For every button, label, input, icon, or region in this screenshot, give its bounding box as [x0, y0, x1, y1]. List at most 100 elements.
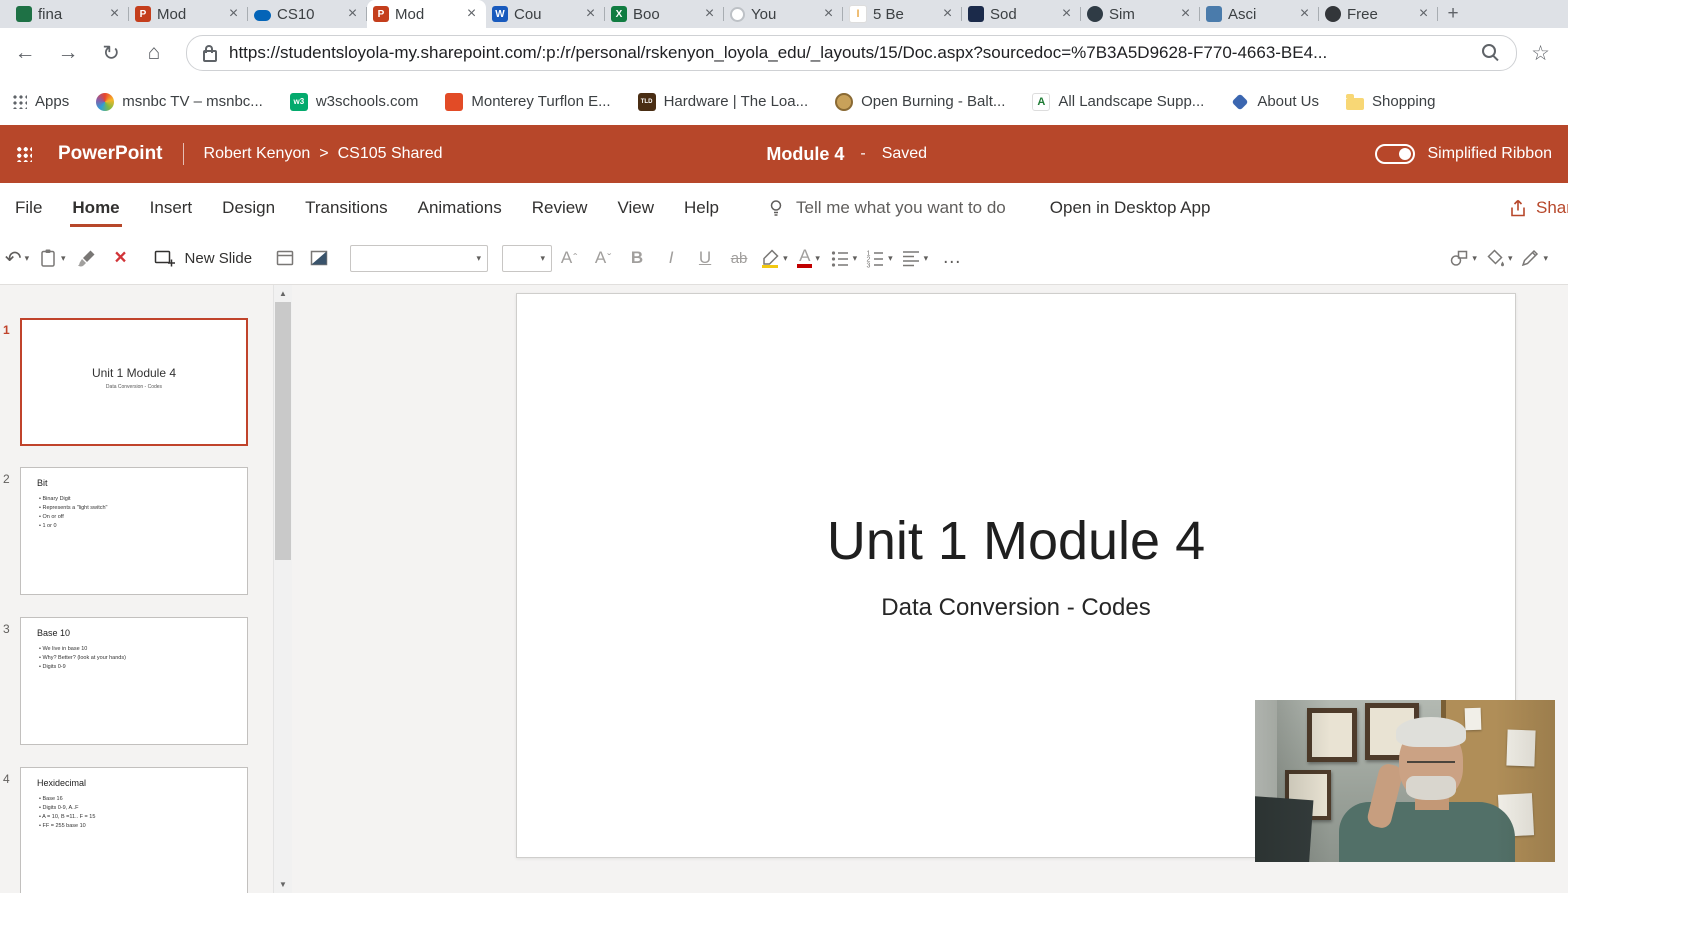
- tab-transitions[interactable]: Transitions: [290, 183, 403, 232]
- tab-close-icon[interactable]: ×: [1058, 6, 1075, 22]
- shape-fill-button[interactable]: ▾: [1485, 240, 1513, 276]
- bookmark-item[interactable]: Shopping: [1346, 93, 1435, 110]
- bookmark-item[interactable]: w3 w3schools.com: [290, 93, 419, 111]
- paste-button[interactable]: ▾: [38, 240, 66, 276]
- chevron-down-icon[interactable]: ▾: [853, 253, 858, 264]
- slide-thumbnail-1[interactable]: Unit 1 Module 4 Data Conversion - Codes: [20, 318, 248, 446]
- tab-close-icon[interactable]: ×: [939, 6, 956, 22]
- browser-tab[interactable]: Sim ×: [1081, 0, 1200, 28]
- italic-button[interactable]: I: [658, 240, 684, 276]
- shrink-font-button[interactable]: A ˇ: [590, 240, 616, 276]
- bold-button[interactable]: B: [624, 240, 650, 276]
- chevron-down-icon[interactable]: ▾: [1472, 253, 1477, 264]
- chevron-down-icon[interactable]: ▾: [1508, 253, 1513, 264]
- bookmark-item[interactable]: Monterey Turflon E...: [445, 93, 610, 111]
- chevron-down-icon[interactable]: ▾: [61, 253, 66, 264]
- browser-tab[interactable]: X Boo ×: [605, 0, 724, 28]
- tab-close-icon[interactable]: ×: [106, 6, 123, 22]
- font-color-button[interactable]: A ▾: [796, 240, 822, 276]
- undo-button[interactable]: ↶ ▾: [4, 240, 30, 276]
- bookmark-star-icon[interactable]: ☆: [1531, 41, 1550, 66]
- browser-tab[interactable]: You ×: [724, 0, 843, 28]
- browser-tab[interactable]: l 5 Be ×: [843, 0, 962, 28]
- breadcrumb-folder[interactable]: CS105 Shared: [338, 145, 443, 163]
- align-button[interactable]: ▾: [901, 240, 929, 276]
- format-painter-button[interactable]: [74, 240, 100, 276]
- app-launcher-button[interactable]: [0, 125, 48, 183]
- browser-tab[interactable]: W Cou ×: [486, 0, 605, 28]
- reload-button[interactable]: ↻: [93, 35, 129, 71]
- shapes-button[interactable]: ▾: [1449, 240, 1477, 276]
- back-button[interactable]: ←: [7, 35, 43, 71]
- tab-help[interactable]: Help: [669, 183, 734, 232]
- tab-design[interactable]: Design: [207, 183, 290, 232]
- scroll-down-button[interactable]: ▼: [274, 876, 292, 893]
- bullets-button[interactable]: ▾: [830, 240, 858, 276]
- share-button[interactable]: Share: [1508, 183, 1568, 232]
- simplified-ribbon-toggle[interactable]: [1375, 144, 1415, 164]
- tab-close-icon[interactable]: ×: [225, 6, 242, 22]
- delete-button[interactable]: ×: [108, 240, 134, 276]
- scrollbar-thumb[interactable]: [275, 302, 291, 560]
- url-text[interactable]: https://studentsloyola-my.sharepoint.com…: [229, 43, 1472, 63]
- slide-thumbnail-3[interactable]: Base 10 We live in base 10 Why? Better? …: [20, 617, 248, 745]
- scroll-up-button[interactable]: ▲: [274, 285, 292, 302]
- font-size-select[interactable]: ▾: [502, 245, 552, 272]
- shape-outline-button[interactable]: ▾: [1520, 240, 1548, 276]
- chevron-down-icon[interactable]: ▾: [815, 253, 820, 264]
- font-name-select[interactable]: ▾: [350, 245, 488, 272]
- grow-font-button[interactable]: A ˆ: [556, 240, 582, 276]
- slide-subtitle-textbox[interactable]: Data Conversion - Codes: [517, 594, 1515, 622]
- chevron-down-icon[interactable]: ▾: [1543, 253, 1548, 264]
- slide-thumbnail-2[interactable]: Bit Binary Digit Represents a "light swi…: [20, 467, 248, 595]
- bookmark-item[interactable]: Open Burning - Balt...: [835, 93, 1005, 111]
- browser-tab[interactable]: Free ×: [1319, 0, 1438, 28]
- tab-close-icon[interactable]: ×: [701, 6, 718, 22]
- tab-review[interactable]: Review: [517, 183, 603, 232]
- tab-home[interactable]: Home: [57, 183, 134, 232]
- chevron-down-icon[interactable]: ▾: [25, 253, 30, 264]
- tab-close-icon[interactable]: ×: [1296, 6, 1313, 22]
- new-slide-button[interactable]: New Slide: [154, 248, 253, 268]
- tab-file[interactable]: File: [0, 183, 57, 232]
- chevron-down-icon[interactable]: ▾: [783, 253, 788, 264]
- bookmark-apps[interactable]: Apps: [12, 93, 69, 110]
- new-tab-button[interactable]: +: [1438, 0, 1468, 28]
- document-title[interactable]: Module 4: [766, 144, 844, 165]
- open-in-desktop-button[interactable]: Open in Desktop App: [1050, 198, 1211, 218]
- tab-animations[interactable]: Animations: [403, 183, 517, 232]
- tab-close-icon[interactable]: ×: [820, 6, 837, 22]
- slide-title-textbox[interactable]: Unit 1 Module 4: [517, 506, 1515, 576]
- bookmark-item[interactable]: TLD Hardware | The Loa...: [638, 93, 809, 111]
- breadcrumb-user[interactable]: Robert Kenyon: [204, 145, 311, 163]
- layout-button[interactable]: [272, 240, 298, 276]
- home-button[interactable]: ⌂: [136, 35, 172, 71]
- forward-button[interactable]: →: [50, 35, 86, 71]
- tab-close-icon[interactable]: ×: [1177, 6, 1194, 22]
- browser-tab[interactable]: Sod ×: [962, 0, 1081, 28]
- app-name[interactable]: PowerPoint: [58, 143, 163, 165]
- tab-close-icon[interactable]: ×: [582, 6, 599, 22]
- highlight-button[interactable]: ▾: [760, 240, 788, 276]
- browser-tab[interactable]: P Mod ×: [129, 0, 248, 28]
- bookmark-item[interactable]: msnbc TV – msnbc...: [96, 93, 263, 111]
- chevron-down-icon[interactable]: ▾: [924, 253, 929, 264]
- underline-button[interactable]: U: [692, 240, 718, 276]
- tab-insert[interactable]: Insert: [135, 183, 208, 232]
- zoom-icon[interactable]: [1482, 44, 1496, 58]
- browser-tab-active[interactable]: P Mod ×: [367, 0, 486, 28]
- strikethrough-button[interactable]: ab: [726, 240, 752, 276]
- bookmark-item[interactable]: A All Landscape Supp...: [1032, 93, 1204, 111]
- thumbnail-scrollbar[interactable]: ▲ ▼: [273, 285, 292, 893]
- browser-tab[interactable]: Asci ×: [1200, 0, 1319, 28]
- tell-me-search[interactable]: Tell me what you want to do: [766, 198, 1006, 218]
- slide-thumbnail-4[interactable]: Hexidecimal Base 16 Digits 0-9, A..F A =…: [20, 767, 248, 893]
- reset-layout-button[interactable]: [306, 240, 332, 276]
- more-options-button[interactable]: …: [942, 247, 961, 269]
- address-bar[interactable]: https://studentsloyola-my.sharepoint.com…: [186, 35, 1517, 71]
- numbering-button[interactable]: 123 ▾: [865, 240, 893, 276]
- tab-close-icon[interactable]: ×: [344, 6, 361, 22]
- bookmark-item[interactable]: About Us: [1231, 93, 1319, 110]
- tab-close-icon[interactable]: ×: [1415, 6, 1432, 22]
- browser-tab[interactable]: fina ×: [10, 0, 129, 28]
